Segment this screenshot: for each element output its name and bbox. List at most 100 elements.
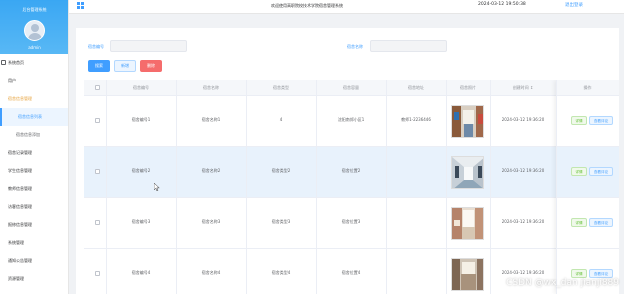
cell-dorm-no: 宿舍编号2	[131, 168, 151, 173]
sidebar-item-resources[interactable]: 资源管理	[0, 270, 68, 288]
sidebar-item-students[interactable]: 学生信息管理	[0, 162, 68, 180]
sidebar-item-dorm-list[interactable]: 宿舍信息列表	[0, 108, 68, 126]
view-comments-button[interactable]: 查看评论	[589, 167, 613, 176]
sidebar-item-dorm-add[interactable]: 宿舍信息添加	[0, 126, 68, 144]
table-header: 宿舍编号 宿舍名称 宿舍类型 宿舍容量 宿舍地址 宿舍照片 创建时间 ↕ 操作	[84, 80, 619, 96]
avatar-head	[31, 24, 39, 32]
avatar[interactable]	[24, 20, 45, 41]
cell-dorm-cap: 沈阳南郊小区1	[337, 117, 365, 122]
cell-dorm-no: 宿舍编号3	[131, 219, 151, 224]
cell-created-time: 2024-03-12 19:36:20	[501, 270, 545, 275]
cell-dorm-name: 宿舍名称1	[201, 117, 221, 122]
cell-dorm-no: 宿舍编号1	[131, 117, 151, 122]
content-panel: 宿舍编号 宿舍名称 搜索 新增 删除 宿舍编号 宿舍名称 宿舍类型 宿舍容量 宿…	[76, 28, 619, 294]
search-row: 宿舍编号 宿舍名称	[76, 40, 619, 52]
view-comments-button[interactable]: 查看评论	[589, 218, 613, 227]
watermark: CSDN @wx_dan jianji889	[506, 278, 619, 288]
username: admin	[28, 45, 41, 50]
menu-grid-icon[interactable]	[77, 2, 84, 9]
cell-dorm-type: 宿舍类型3	[271, 219, 291, 224]
sidebar-item-label: 访客信息管理	[8, 204, 32, 209]
th-dorm-cap[interactable]: 宿舍容量	[316, 85, 386, 91]
cell-dorm-type: 4	[279, 117, 283, 122]
sidebar-item-visitors[interactable]: 访客信息管理	[0, 198, 68, 216]
view-comments-button[interactable]: 查看评论	[589, 269, 613, 278]
sidebar-item-label: 系统首页	[8, 60, 24, 65]
sidebar-item-label: 资源管理	[8, 276, 24, 281]
sidebar-item-label: 报修信息管理	[8, 222, 32, 227]
cell-dorm-cap: 宿舍位置3	[341, 219, 361, 224]
th-dorm-no[interactable]: 宿舍编号	[106, 85, 176, 91]
home-icon	[1, 60, 6, 65]
sidebar-item-home[interactable]: 系统首页	[0, 54, 68, 72]
avatar-body	[28, 33, 42, 40]
th-actions: 操作	[583, 85, 592, 90]
sidebar-item-users[interactable]: 用户	[0, 72, 68, 90]
search-button[interactable]: 搜索	[88, 60, 110, 72]
dorm-photo[interactable]	[451, 207, 484, 240]
dorm-no-label: 宿舍编号	[88, 44, 104, 49]
sidebar-item-dorm-info[interactable]: 宿舍信息管理	[0, 90, 68, 108]
column-divider	[386, 80, 387, 294]
table-row[interactable]: 宿舍编号2 宿舍名称2 宿舍类型2 宿舍位置2 2024-03-12 19:36…	[84, 147, 619, 198]
datetime: 2024-03-12 19:50:38	[478, 2, 526, 7]
sidebar-item-label: 宿舍信息列表	[18, 114, 42, 119]
row-checkbox[interactable]	[95, 271, 100, 276]
cell-created-time: 2024-03-12 19:36:20	[501, 117, 545, 122]
row-checkbox[interactable]	[95, 118, 100, 123]
select-all-checkbox[interactable]	[95, 85, 100, 90]
add-button[interactable]: 新增	[114, 60, 136, 72]
sidebar-item-label: 学生信息管理	[8, 168, 32, 173]
th-dorm-photo[interactable]: 宿舍照片	[446, 85, 490, 91]
cell-dorm-type: 宿舍类型2	[271, 168, 291, 173]
th-dorm-addr[interactable]: 宿舍地址	[386, 85, 446, 91]
sidebar-item-repairs[interactable]: 报修信息管理	[0, 216, 68, 234]
column-divider	[316, 80, 317, 294]
table-row[interactable]: 宿舍编号3 宿舍名称3 宿舍类型3 宿舍位置3 2024-03-12 19:36…	[84, 198, 619, 249]
th-dorm-name[interactable]: 宿舍名称	[176, 85, 246, 91]
logout-link[interactable]: 退出登录	[565, 2, 583, 8]
detail-button[interactable]: 详情	[571, 269, 587, 278]
sidebar-item-dorm-records[interactable]: 宿舍记录管理	[0, 144, 68, 162]
column-divider	[106, 80, 107, 294]
dorm-no-input[interactable]	[110, 40, 187, 52]
sidebar-item-label: 用户	[8, 78, 16, 83]
app-title: 后台管理系统	[22, 7, 47, 12]
detail-button[interactable]: 详情	[571, 218, 587, 227]
view-comments-button[interactable]: 查看评论	[589, 116, 613, 125]
dorm-photo[interactable]	[451, 156, 484, 189]
column-divider	[176, 80, 177, 294]
cell-created-time: 2024-03-12 19:36:20	[501, 219, 545, 224]
sidebar-item-label: 通知公告管理	[8, 258, 32, 263]
sidebar-item-system[interactable]: 系统管理	[0, 234, 68, 252]
cell-dorm-no: 宿舍编号4	[131, 270, 151, 275]
detail-button[interactable]: 详情	[571, 167, 587, 176]
cell-dorm-name: 宿舍名称2	[201, 168, 221, 173]
sidebar-item-label: 宿舍信息添加	[16, 132, 40, 137]
dorm-name-input[interactable]	[370, 40, 447, 52]
sidebar-menu: 系统首页 用户 宿舍信息管理 宿舍信息列表 宿舍信息添加 宿舍记录管理 学生信息…	[0, 54, 68, 288]
cell-dorm-name: 宿舍名称3	[201, 219, 221, 224]
row-checkbox[interactable]	[95, 169, 100, 174]
sidebar-item-label: 系统管理	[8, 240, 24, 245]
sidebar-item-label: 宿舍记录管理	[8, 150, 32, 155]
sidebar: 后台管理系统 admin 系统首页 用户 宿舍信息管理 宿舍信息列表 宿舍信息添…	[0, 0, 69, 294]
sidebar-item-teachers[interactable]: 教师信息管理	[0, 180, 68, 198]
table-row[interactable]: 宿舍编号1 宿舍名称1 4 沈阳南郊小区1 教师1-2236446 2024-0…	[84, 96, 619, 147]
cell-dorm-name: 宿舍名称4	[201, 270, 221, 275]
th-dorm-type[interactable]: 宿舍类型	[246, 85, 316, 91]
detail-button[interactable]: 详情	[571, 116, 587, 125]
dorm-photo[interactable]	[451, 258, 484, 291]
cell-dorm-addr: 教师1-2236446	[401, 117, 431, 122]
dorm-photo[interactable]	[451, 105, 484, 138]
mouse-cursor-icon	[154, 183, 160, 191]
cell-dorm-type: 宿舍类型4	[271, 270, 291, 275]
row-checkbox[interactable]	[95, 220, 100, 225]
cell-created-time: 2024-03-12 19:36:20	[501, 168, 545, 173]
sidebar-item-label: 宿舍信息管理	[8, 96, 32, 101]
cell-dorm-cap: 宿舍位置4	[341, 270, 361, 275]
sidebar-item-notices[interactable]: 通知公告管理	[0, 252, 68, 270]
delete-button[interactable]: 删除	[140, 60, 162, 72]
sidebar-header: 后台管理系统 admin	[0, 0, 68, 54]
th-created-time[interactable]: 创建时间 ↕	[490, 85, 556, 91]
